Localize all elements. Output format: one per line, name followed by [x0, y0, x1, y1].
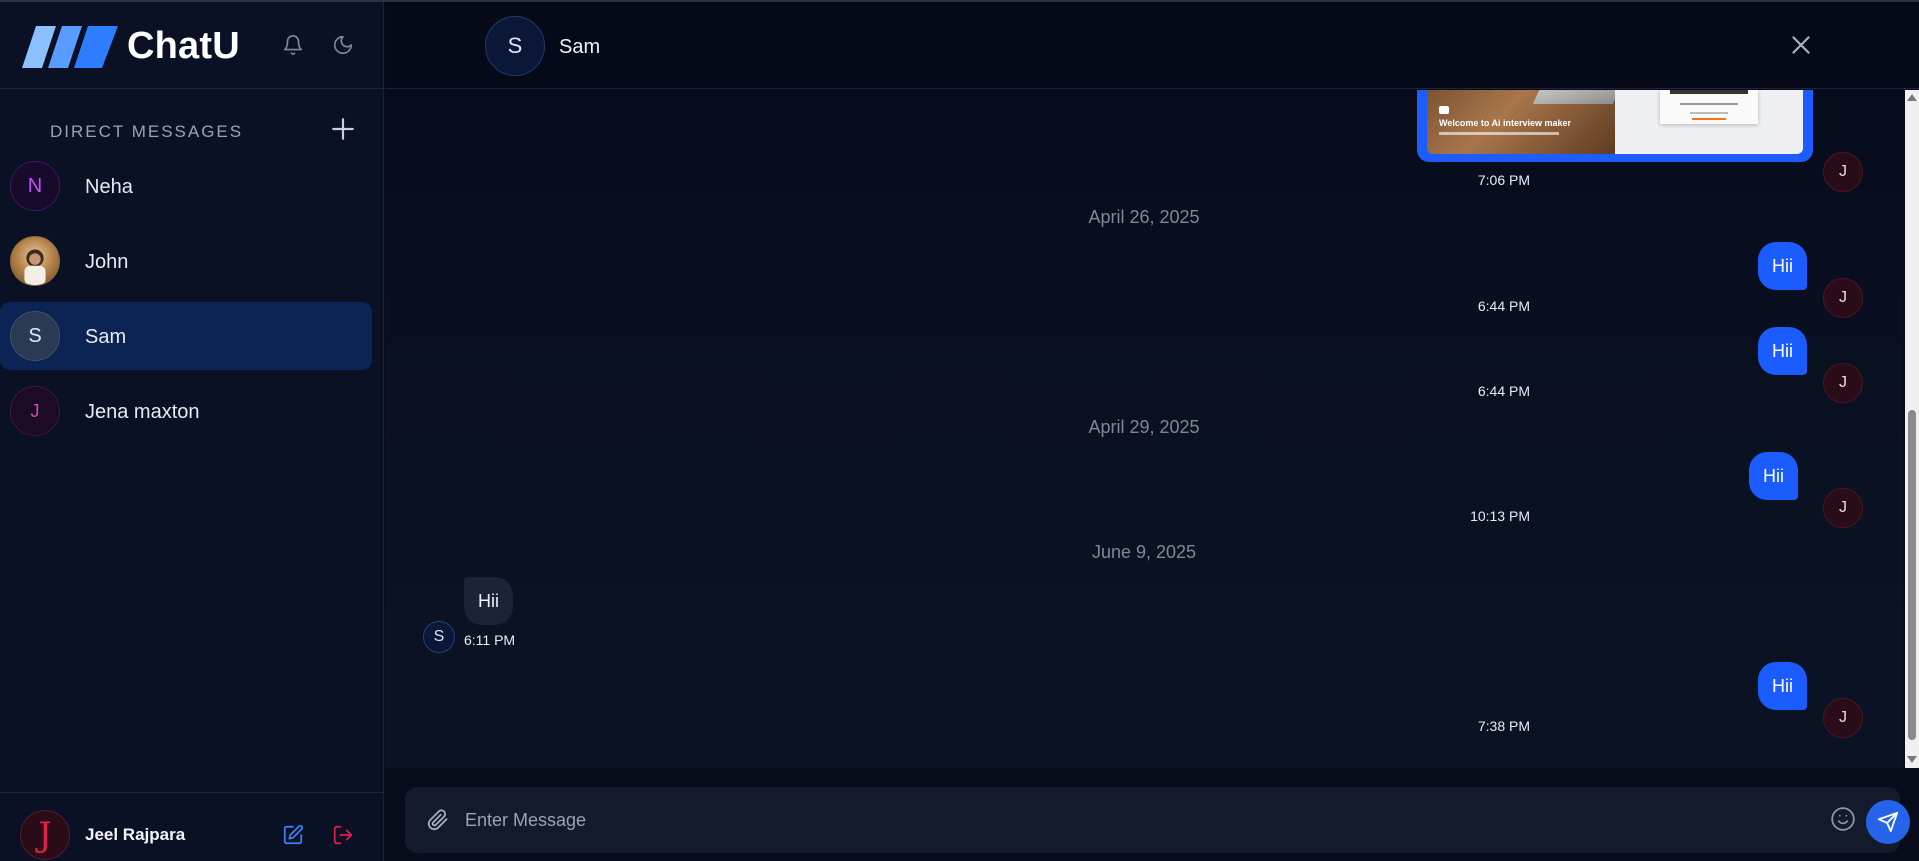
- message-bubble-outgoing[interactable]: Hii: [1749, 452, 1798, 500]
- contact-name: Neha: [85, 176, 133, 198]
- message-time: 7:06 PM: [1477, 172, 1530, 188]
- contact-item-sam[interactable]: S Sam: [0, 302, 372, 370]
- image-preview-left: Welcome to Ai interview maker: [1427, 90, 1622, 154]
- contact-item-jena-maxton[interactable]: J Jena maxton: [0, 377, 372, 445]
- message-bubble-outgoing[interactable]: Hii: [1758, 662, 1807, 710]
- card-line: [1680, 103, 1738, 105]
- contact-name: Jena maxton: [85, 401, 200, 423]
- date-separator: June 9, 2025: [1091, 542, 1197, 562]
- scroll-up-arrow[interactable]: [1907, 94, 1917, 101]
- logo-icon: [22, 26, 118, 68]
- current-user-bar: J Jeel Rajpara: [0, 792, 384, 861]
- attach-icon[interactable]: [427, 809, 449, 831]
- card-line: [1692, 118, 1726, 120]
- message-time: 6:44 PM: [1477, 383, 1530, 399]
- image-message[interactable]: Welcome to Ai interview maker: [1417, 90, 1813, 162]
- image-logo-mark: [1439, 106, 1449, 114]
- message-bubble-outgoing[interactable]: Hii: [1758, 327, 1807, 375]
- message-input[interactable]: [465, 800, 1645, 840]
- emoji-icon[interactable]: [1830, 806, 1856, 832]
- bell-icon[interactable]: [282, 34, 304, 56]
- moon-icon[interactable]: [332, 34, 354, 56]
- logout-icon[interactable]: [332, 824, 354, 846]
- scroll-down-arrow[interactable]: [1907, 756, 1917, 763]
- contact-name: Sam: [85, 326, 127, 348]
- card-bar: [1670, 90, 1748, 94]
- send-icon: [1877, 811, 1899, 833]
- sender-avatar: J: [1823, 698, 1863, 738]
- app-name: ChatU: [127, 25, 240, 67]
- avatar: S: [10, 311, 60, 361]
- date-separator: April 29, 2025: [1088, 417, 1200, 437]
- contact-name: John: [85, 251, 129, 273]
- image-signin-card: [1660, 90, 1758, 124]
- contact-item-john[interactable]: John: [0, 227, 372, 295]
- current-user-name: Jeel Rajpara: [85, 825, 186, 844]
- close-chat-button[interactable]: [1788, 32, 1814, 58]
- image-attachment[interactable]: Welcome to Ai interview maker: [1427, 90, 1803, 154]
- sender-avatar: J: [1823, 152, 1863, 192]
- message-bubble-incoming[interactable]: Hii: [464, 577, 513, 625]
- sender-avatar: J: [1823, 278, 1863, 318]
- chat-contact-name: Sam: [559, 36, 601, 58]
- message-bubble-outgoing[interactable]: Hii: [1758, 242, 1807, 290]
- sender-avatar: J: [1823, 488, 1863, 528]
- avatar: J: [10, 386, 60, 436]
- direct-messages-heading: DIRECT MESSAGES: [50, 122, 244, 141]
- avatar: N: [10, 161, 60, 211]
- sidebar: ChatU DIRECT MESSAGES N Neha John S Sam …: [0, 2, 384, 861]
- sender-avatar: J: [1823, 363, 1863, 403]
- message-time: 6:44 PM: [1477, 298, 1530, 314]
- new-message-button[interactable]: [330, 116, 356, 142]
- message-time: 6:11 PM: [464, 632, 516, 648]
- chat-header: S Sam: [385, 2, 1919, 89]
- brand-header: ChatU: [0, 2, 384, 89]
- image-caption: Welcome to Ai interview maker: [1439, 118, 1572, 128]
- chat-panel: S Sam Welcome to Ai interview maker 7:06…: [385, 2, 1919, 861]
- message-list[interactable]: Welcome to Ai interview maker 7:06 PM J …: [385, 90, 1903, 768]
- message-time: 10:13 PM: [1470, 508, 1530, 524]
- image-subtitle-line: [1439, 132, 1559, 135]
- chat-contact-avatar[interactable]: S: [485, 16, 545, 76]
- avatar-photo: [10, 236, 60, 286]
- edit-profile-icon[interactable]: [282, 824, 304, 846]
- laptop-shape: [1532, 90, 1622, 104]
- date-separator: April 26, 2025: [1088, 207, 1200, 227]
- message-scrollbar[interactable]: [1905, 90, 1919, 768]
- sender-avatar: S: [423, 621, 455, 653]
- scroll-thumb[interactable]: [1908, 410, 1916, 740]
- image-preview-right: [1615, 90, 1803, 154]
- message-time: 7:38 PM: [1477, 718, 1530, 734]
- message-composer: [405, 787, 1910, 853]
- card-line: [1690, 112, 1728, 114]
- current-user-avatar[interactable]: J: [20, 810, 70, 860]
- contact-item-neha[interactable]: N Neha: [0, 152, 372, 220]
- send-button[interactable]: [1866, 800, 1910, 844]
